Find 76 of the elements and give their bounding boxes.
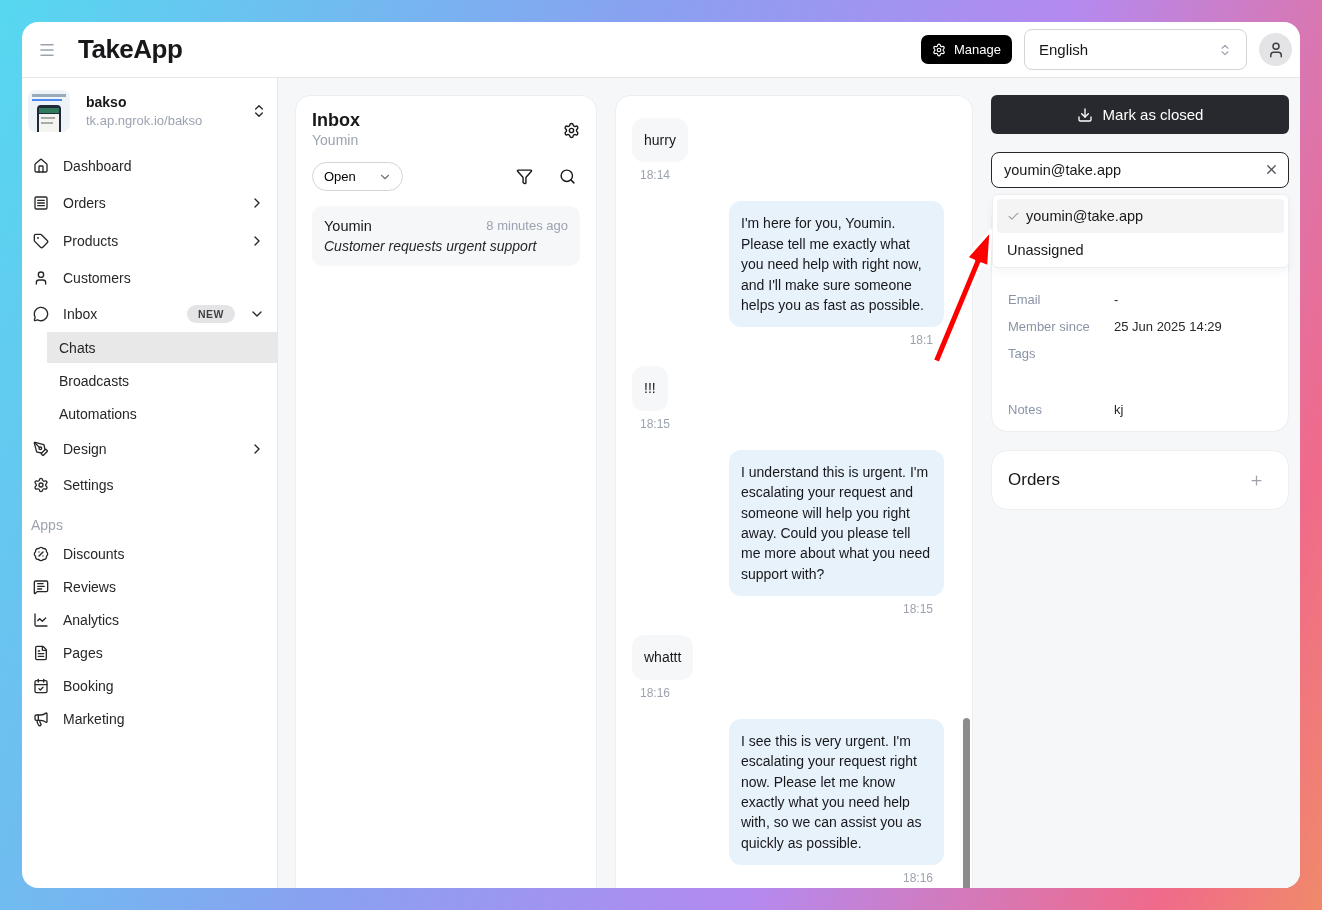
conversation-preview: Customer requests urgent support — [324, 238, 538, 254]
store-name: bakso — [86, 94, 128, 110]
add-icon[interactable] — [1249, 472, 1264, 488]
agent-message: I see this is very urgent. I'm escalating your request right now. Please let me know exactly what you need help with, so we can assist you as quickly as possible. — [729, 718, 944, 866]
customer-message: hurry — [632, 118, 688, 163]
agent-message: I'm here for you, Youmin. Please tell me exactly what you need help with right now, and I'll make sure someone helps you as fast as possible. — [729, 201, 944, 328]
chat-bubble-icon — [33, 306, 49, 322]
line-chart-icon — [33, 611, 49, 628]
nav-item[interactable]: Analytics — [22, 603, 277, 636]
section-title: Apps — [30, 516, 64, 535]
house-icon — [33, 158, 49, 174]
gear-icon — [33, 477, 49, 493]
message-icon — [33, 578, 49, 595]
close-icon[interactable] — [1264, 162, 1279, 177]
nav-item[interactable]: Discounts — [22, 537, 277, 570]
message-time: 18:14 — [640, 168, 671, 183]
message-time: 18:1 — [909, 333, 933, 348]
scrollbar-thumb[interactable] — [963, 718, 970, 888]
new-badge: NEW — [187, 305, 235, 323]
customer-message: !!! — [632, 366, 668, 411]
assignee-field[interactable]: youmin@take.app — [991, 152, 1289, 188]
gear-icon — [932, 42, 946, 57]
customer-message: whattt — [632, 635, 694, 680]
store-url: tk.ap.ngrok.io/bakso — [86, 113, 204, 128]
language-select[interactable]: English — [1024, 29, 1247, 70]
tag-icon — [33, 233, 49, 249]
message-time: 18:16 — [902, 871, 933, 886]
nav-item[interactable]: Pages — [22, 636, 277, 669]
megaphone-icon — [33, 710, 49, 727]
detail-label: Notes — [1008, 402, 1043, 417]
conversation-item[interactable]: Youmin 8 minutes ago Customer requests urgent support — [312, 206, 580, 266]
nav-item[interactable]: Customers — [22, 260, 277, 296]
document-icon — [33, 644, 49, 661]
detail-label: Tags — [1008, 346, 1037, 363]
nav-subitem[interactable]: Chats — [47, 332, 277, 363]
message-time: 18:15 — [640, 416, 671, 431]
orders-title: Orders — [1008, 470, 1060, 490]
inbox-subtitle: Youmin — [312, 132, 360, 148]
detail-value: kj — [1114, 402, 1125, 417]
nav-item[interactable]: Orders — [22, 184, 277, 222]
settings-icon[interactable] — [563, 122, 580, 139]
download-icon — [1076, 106, 1093, 123]
message-time: 18:16 — [640, 685, 671, 700]
mark-closed-button[interactable]: Mark as closed — [991, 95, 1289, 134]
inbox-title: Inbox — [312, 110, 360, 131]
detail-label: Member since — [1008, 319, 1091, 334]
calendar-check-icon — [33, 677, 49, 694]
filter-icon[interactable] — [516, 168, 533, 185]
manage-button[interactable]: Manage — [921, 35, 1012, 64]
list-icon — [33, 195, 49, 211]
nav-item[interactable]: Marketing — [22, 702, 277, 735]
agent-message: I understand this is urgent. I'm escalating your request and someone will help you right away. Could you please tell me more about what you need support with? — [729, 449, 944, 597]
person-icon — [33, 270, 49, 286]
menu-option[interactable]: youmin@take.app — [997, 199, 1284, 233]
conversation-name: Youmin — [324, 218, 372, 234]
detail-value: 25 Jun 2025 14:29 — [1114, 319, 1223, 334]
nav-item[interactable]: Design — [22, 431, 277, 467]
nav-item[interactable]: Dashboard — [22, 148, 277, 184]
detail-value: - — [1114, 292, 1120, 307]
status-select[interactable]: Open — [312, 162, 403, 191]
percent-badge-icon — [33, 545, 49, 562]
avatar-button[interactable] — [1259, 33, 1292, 66]
conversation-time: 8 minutes ago — [486, 218, 568, 234]
nav-subitem[interactable]: Broadcasts — [47, 365, 277, 396]
message-time: 18:15 — [902, 602, 933, 617]
search-icon[interactable] — [559, 168, 576, 185]
nav-item[interactable]: Products — [22, 222, 277, 260]
nav-item[interactable]: Booking — [22, 669, 277, 702]
pen-icon — [33, 441, 49, 457]
detail-label: Email — [1008, 292, 1042, 307]
app-logo: TakeApp — [78, 34, 184, 65]
nav-subitem[interactable]: Automations — [47, 398, 277, 429]
menu-option[interactable]: Unassigned — [997, 233, 1284, 267]
nav-item[interactable]: Reviews — [22, 570, 277, 603]
nav-item[interactable]: Settings — [22, 467, 277, 503]
nav-item[interactable]: Inbox NEW — [22, 296, 277, 332]
